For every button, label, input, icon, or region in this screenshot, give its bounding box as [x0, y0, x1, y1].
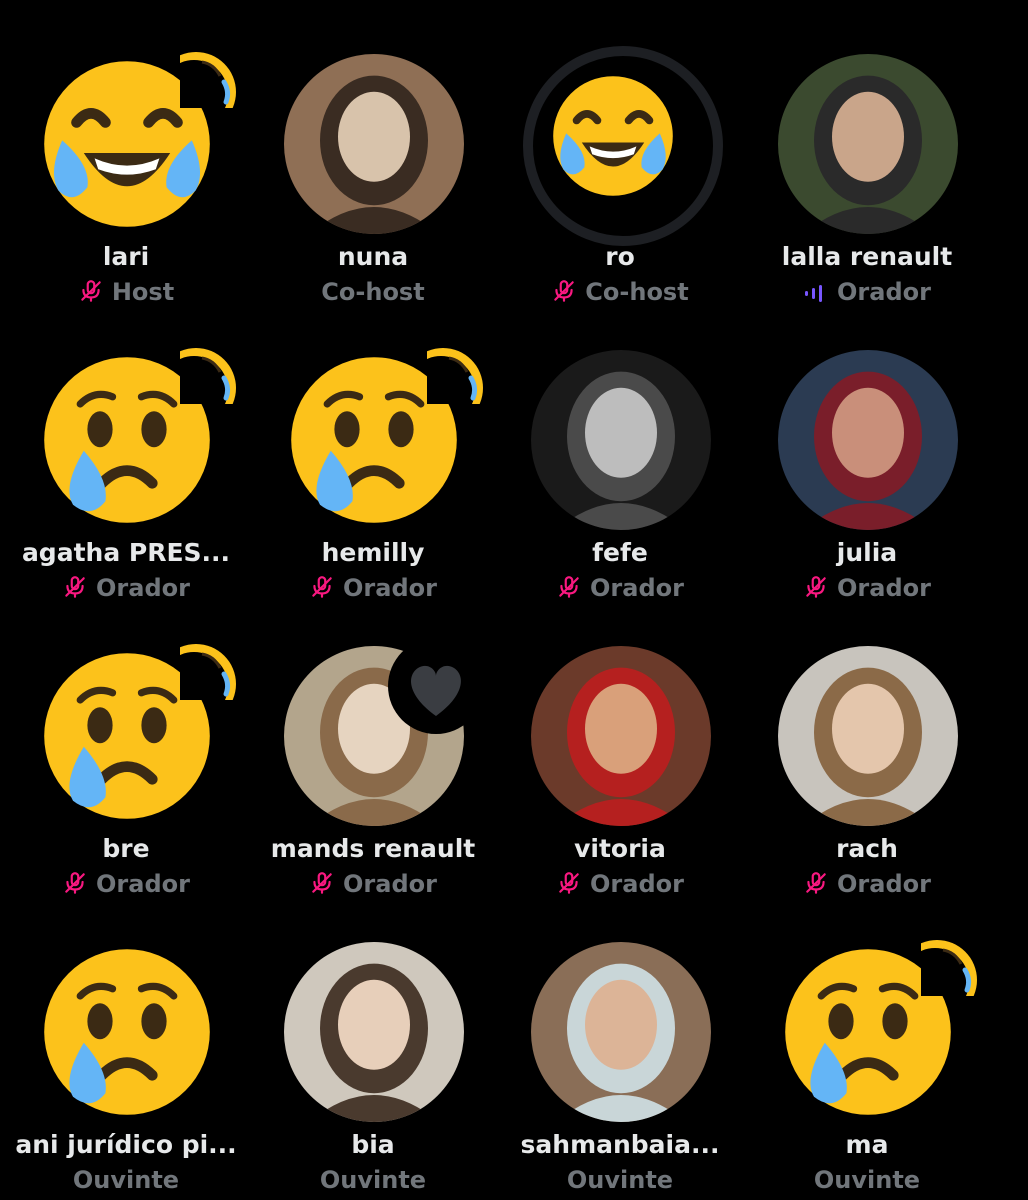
participant-card[interactable]: agatha PRES... Orador: [2, 296, 250, 602]
heart-icon: [388, 638, 484, 734]
participant-name: vitoria: [574, 834, 666, 863]
profile-photo-avatar[interactable]: [284, 942, 464, 1122]
participant-name: fefe: [592, 538, 648, 567]
participant-card[interactable]: mands renault Orador: [249, 592, 497, 898]
participant-name: sahmanbaia...: [520, 1130, 720, 1159]
role-label: Ouvinte: [813, 1166, 921, 1194]
role-label: Ouvinte: [319, 1166, 427, 1194]
profile-photo-avatar[interactable]: [531, 350, 711, 530]
participant-card[interactable]: lari Host: [2, 0, 250, 306]
participant-role: Ouvinte: [743, 1166, 991, 1194]
participant-card[interactable]: ani jurídico pi... Ouvinte: [2, 888, 250, 1194]
participant-card[interactable]: bre Orador: [2, 592, 250, 898]
reaction-emoji-icon: [897, 936, 981, 1020]
participant-name: mands renault: [270, 834, 476, 863]
participant-card[interactable]: ma Ouvinte: [743, 888, 991, 1194]
profile-photo-avatar[interactable]: [778, 54, 958, 234]
participant-role: Ouvinte: [496, 1166, 744, 1194]
reaction-emoji-icon: [156, 640, 240, 724]
participant-name: bia: [351, 1130, 395, 1159]
participant-name: bre: [102, 834, 150, 863]
profile-photo-avatar[interactable]: [778, 646, 958, 826]
participants-grid: lari Host nuna Co-host ro Co-host lalla r…: [0, 0, 1028, 1200]
profile-photo-avatar[interactable]: [778, 350, 958, 530]
participant-card[interactable]: ro Co-host: [496, 0, 744, 306]
participant-name: julia: [836, 538, 898, 567]
profile-photo-avatar[interactable]: [531, 646, 711, 826]
participant-card[interactable]: sahmanbaia... Ouvinte: [496, 888, 744, 1194]
profile-photo-avatar[interactable]: [284, 54, 464, 234]
participant-role: Ouvinte: [2, 1166, 250, 1194]
participant-name: ro: [605, 242, 635, 271]
crying-face-emoji-avatar[interactable]: [37, 942, 217, 1122]
participant-name: nuna: [337, 242, 409, 271]
role-label: Ouvinte: [72, 1166, 180, 1194]
participant-name: lalla renault: [781, 242, 953, 271]
participant-name: lari: [102, 242, 150, 271]
participant-card[interactable]: lalla renault Orador: [743, 0, 991, 306]
participant-role: Ouvinte: [249, 1166, 497, 1194]
reaction-emoji-icon: [403, 344, 487, 428]
participant-name: ma: [845, 1130, 889, 1159]
tears-of-joy-emoji-avatar[interactable]: [548, 71, 678, 201]
participant-card[interactable]: bia Ouvinte: [249, 888, 497, 1194]
reaction-emoji-icon: [156, 344, 240, 428]
participant-name: hemilly: [321, 538, 425, 567]
participant-card[interactable]: julia Orador: [743, 296, 991, 602]
role-label: Ouvinte: [566, 1166, 674, 1194]
participant-card[interactable]: hemilly Orador: [249, 296, 497, 602]
participant-name: rach: [836, 834, 898, 863]
participant-name: agatha PRES...: [21, 538, 231, 567]
participant-card[interactable]: fefe Orador: [496, 296, 744, 602]
reaction-emoji-icon: [156, 48, 240, 132]
participant-card[interactable]: nuna Co-host: [249, 0, 497, 306]
participant-name: ani jurídico pi...: [15, 1130, 237, 1159]
participant-card[interactable]: vitoria Orador: [496, 592, 744, 898]
participant-card[interactable]: rach Orador: [743, 592, 991, 898]
profile-photo-avatar[interactable]: [531, 942, 711, 1122]
